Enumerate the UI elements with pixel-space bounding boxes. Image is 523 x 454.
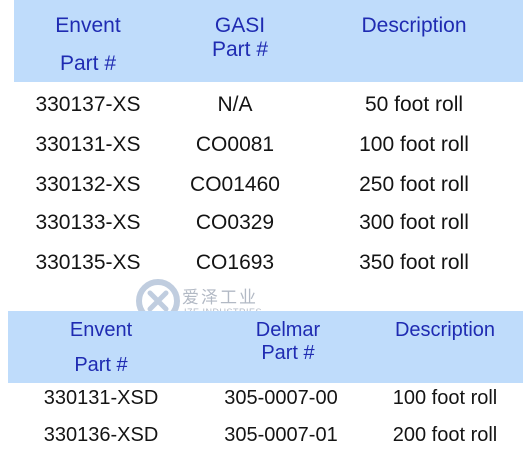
header-line: GASI: [214, 14, 266, 37]
table2-cell-description: 100 foot roll: [392, 387, 498, 409]
table2-cell-part: 330131-XSD: [43, 387, 159, 409]
table1-header-gasi: GASI Part #: [190, 15, 290, 60]
table1-cell-part: 330131-XS: [35, 133, 141, 156]
table1-cell-gasi: CO01460: [190, 173, 280, 196]
table1-header-description: Description: [340, 15, 488, 36]
table2-cell-part: 330136-XSD: [43, 424, 159, 446]
table1-cell-description: 50 foot roll: [364, 93, 464, 116]
table2-header-envent: Envent Part #: [51, 320, 151, 375]
table1-cell-gasi: N/A: [217, 93, 253, 116]
header-line: Description: [361, 14, 467, 37]
table1-header-envent: Envent Part #: [38, 15, 138, 74]
header-line: Description: [394, 319, 496, 341]
header-line: Part #: [261, 342, 315, 364]
table1-cell-description: 300 foot roll: [359, 211, 469, 234]
table2-header-delmar: Delmar Part #: [238, 320, 338, 363]
table1-cell-description: 250 foot roll: [359, 173, 469, 196]
header-line: Part #: [211, 38, 269, 61]
table1-cell-part: 330133-XS: [35, 211, 141, 234]
table1-cell-description: 350 foot roll: [359, 251, 469, 274]
table1-cell-gasi: CO1693: [195, 251, 275, 274]
table1-cell-description: 100 foot roll: [359, 133, 469, 156]
table1-cell-gasi: CO0081: [195, 133, 275, 156]
header-line: Envent: [69, 319, 133, 341]
table1-cell-part: 330135-XS: [35, 251, 141, 274]
watermark-chinese-text: 爱泽工业: [182, 288, 258, 308]
table2-cell-description: 200 foot roll: [392, 424, 498, 446]
table2-cell-delmar: 305-0007-01: [224, 424, 338, 446]
header-line: Delmar: [255, 319, 321, 341]
header-line: Envent: [55, 14, 121, 37]
header-line: Part #: [74, 354, 128, 376]
table2-header-description: Description: [382, 320, 508, 340]
header-line: Part #: [59, 52, 117, 75]
table1-cell-part: 330132-XS: [35, 173, 141, 196]
table1-cell-gasi: CO0329: [195, 211, 275, 234]
table1-cell-part: 330137-XS: [35, 93, 141, 116]
table2-cell-delmar: 305-0007-00: [224, 387, 338, 409]
